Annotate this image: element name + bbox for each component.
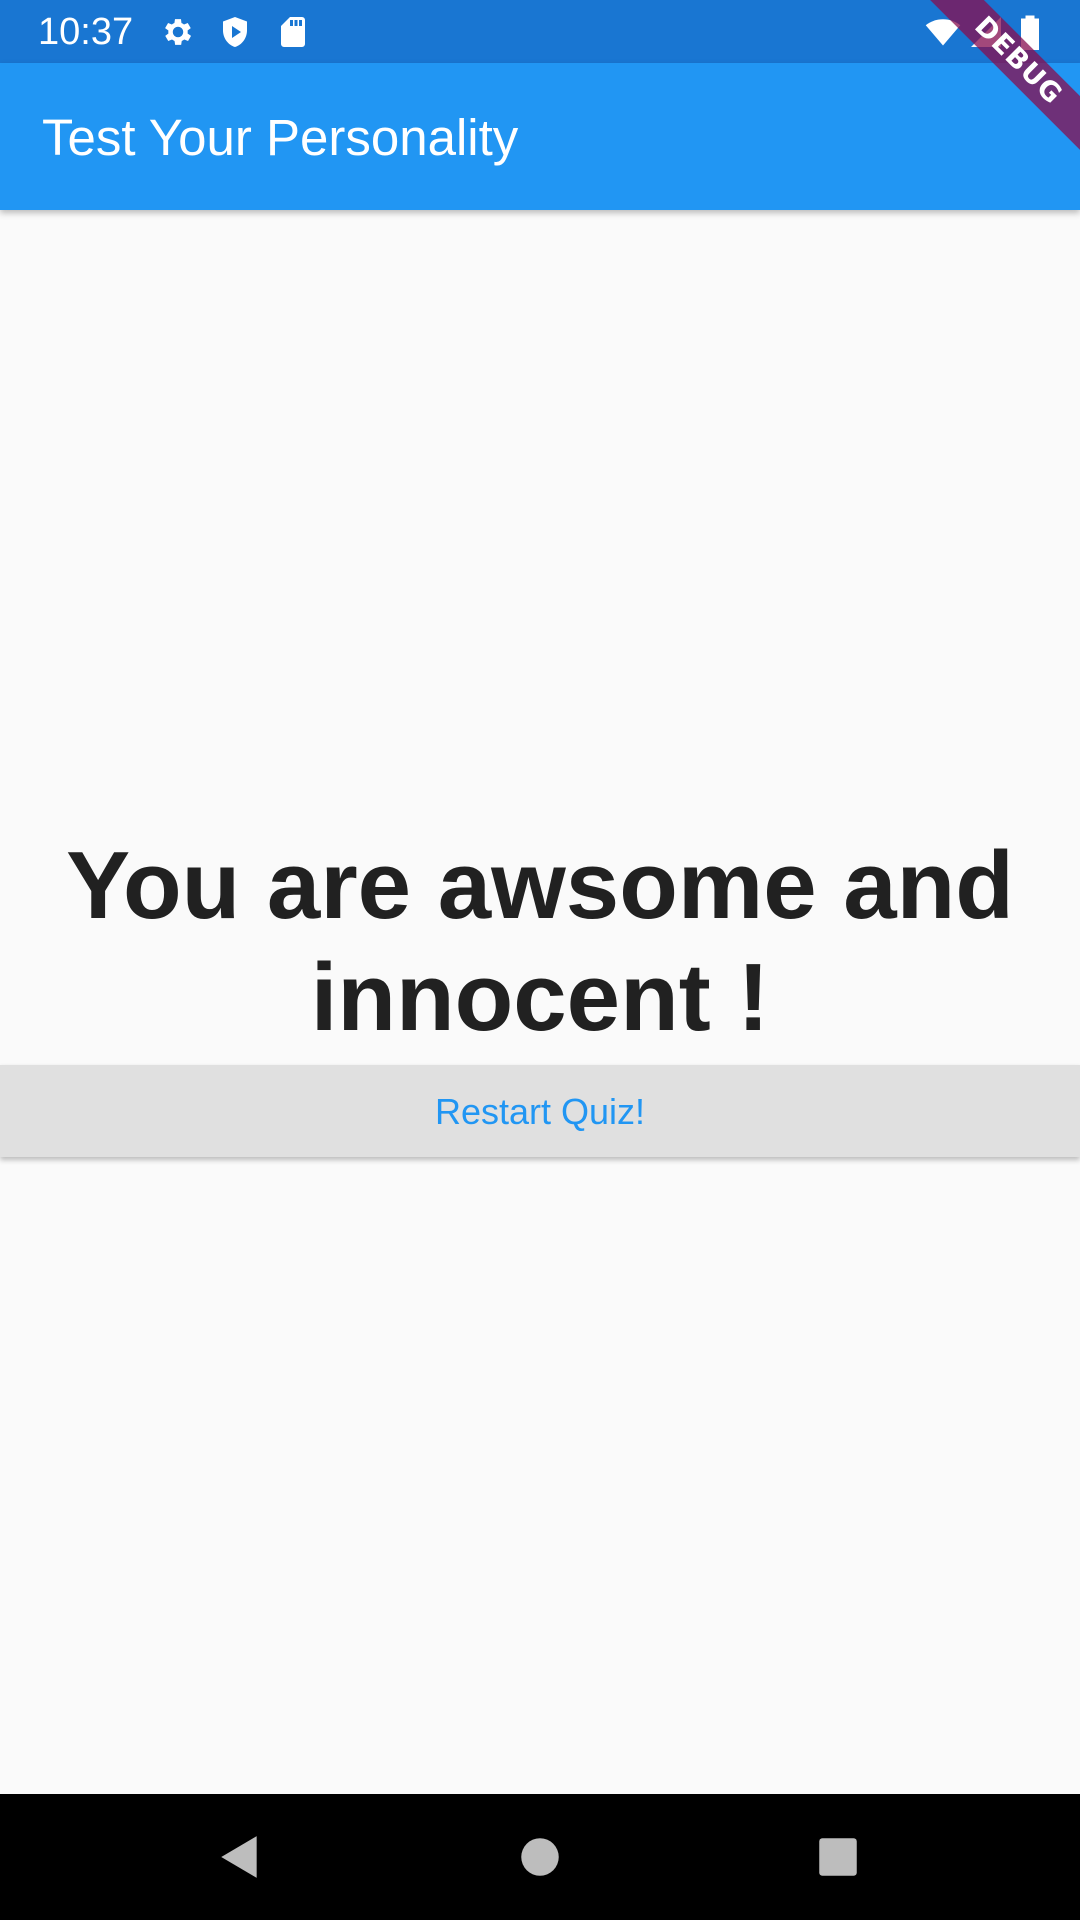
navigation-bar xyxy=(0,1794,1080,1920)
home-icon[interactable] xyxy=(515,1832,565,1882)
battery-icon xyxy=(1016,14,1044,50)
sd-card-icon xyxy=(275,14,311,50)
wifi-icon xyxy=(922,14,964,50)
result-message: You are awsome and innocent ! xyxy=(66,832,1014,1051)
status-time: 10:37 xyxy=(38,11,134,53)
status-bar: 10:37 xyxy=(0,0,1080,63)
restart-quiz-button[interactable]: Restart Quiz! xyxy=(0,1065,1080,1157)
signal-icon xyxy=(968,14,1004,50)
app-title: Test Your Personality xyxy=(42,109,519,166)
quiz-result-body: You are awsome and innocent ! Restart Qu… xyxy=(0,210,1080,1794)
screen: 10:37 Test Your Personality DEBUG You ar… xyxy=(0,0,1080,1920)
back-icon[interactable] xyxy=(215,1832,265,1882)
app-bar: Test Your Personality xyxy=(0,63,1080,210)
recents-icon[interactable] xyxy=(813,1832,863,1882)
gear-icon xyxy=(160,14,196,50)
shield-icon xyxy=(217,14,253,50)
